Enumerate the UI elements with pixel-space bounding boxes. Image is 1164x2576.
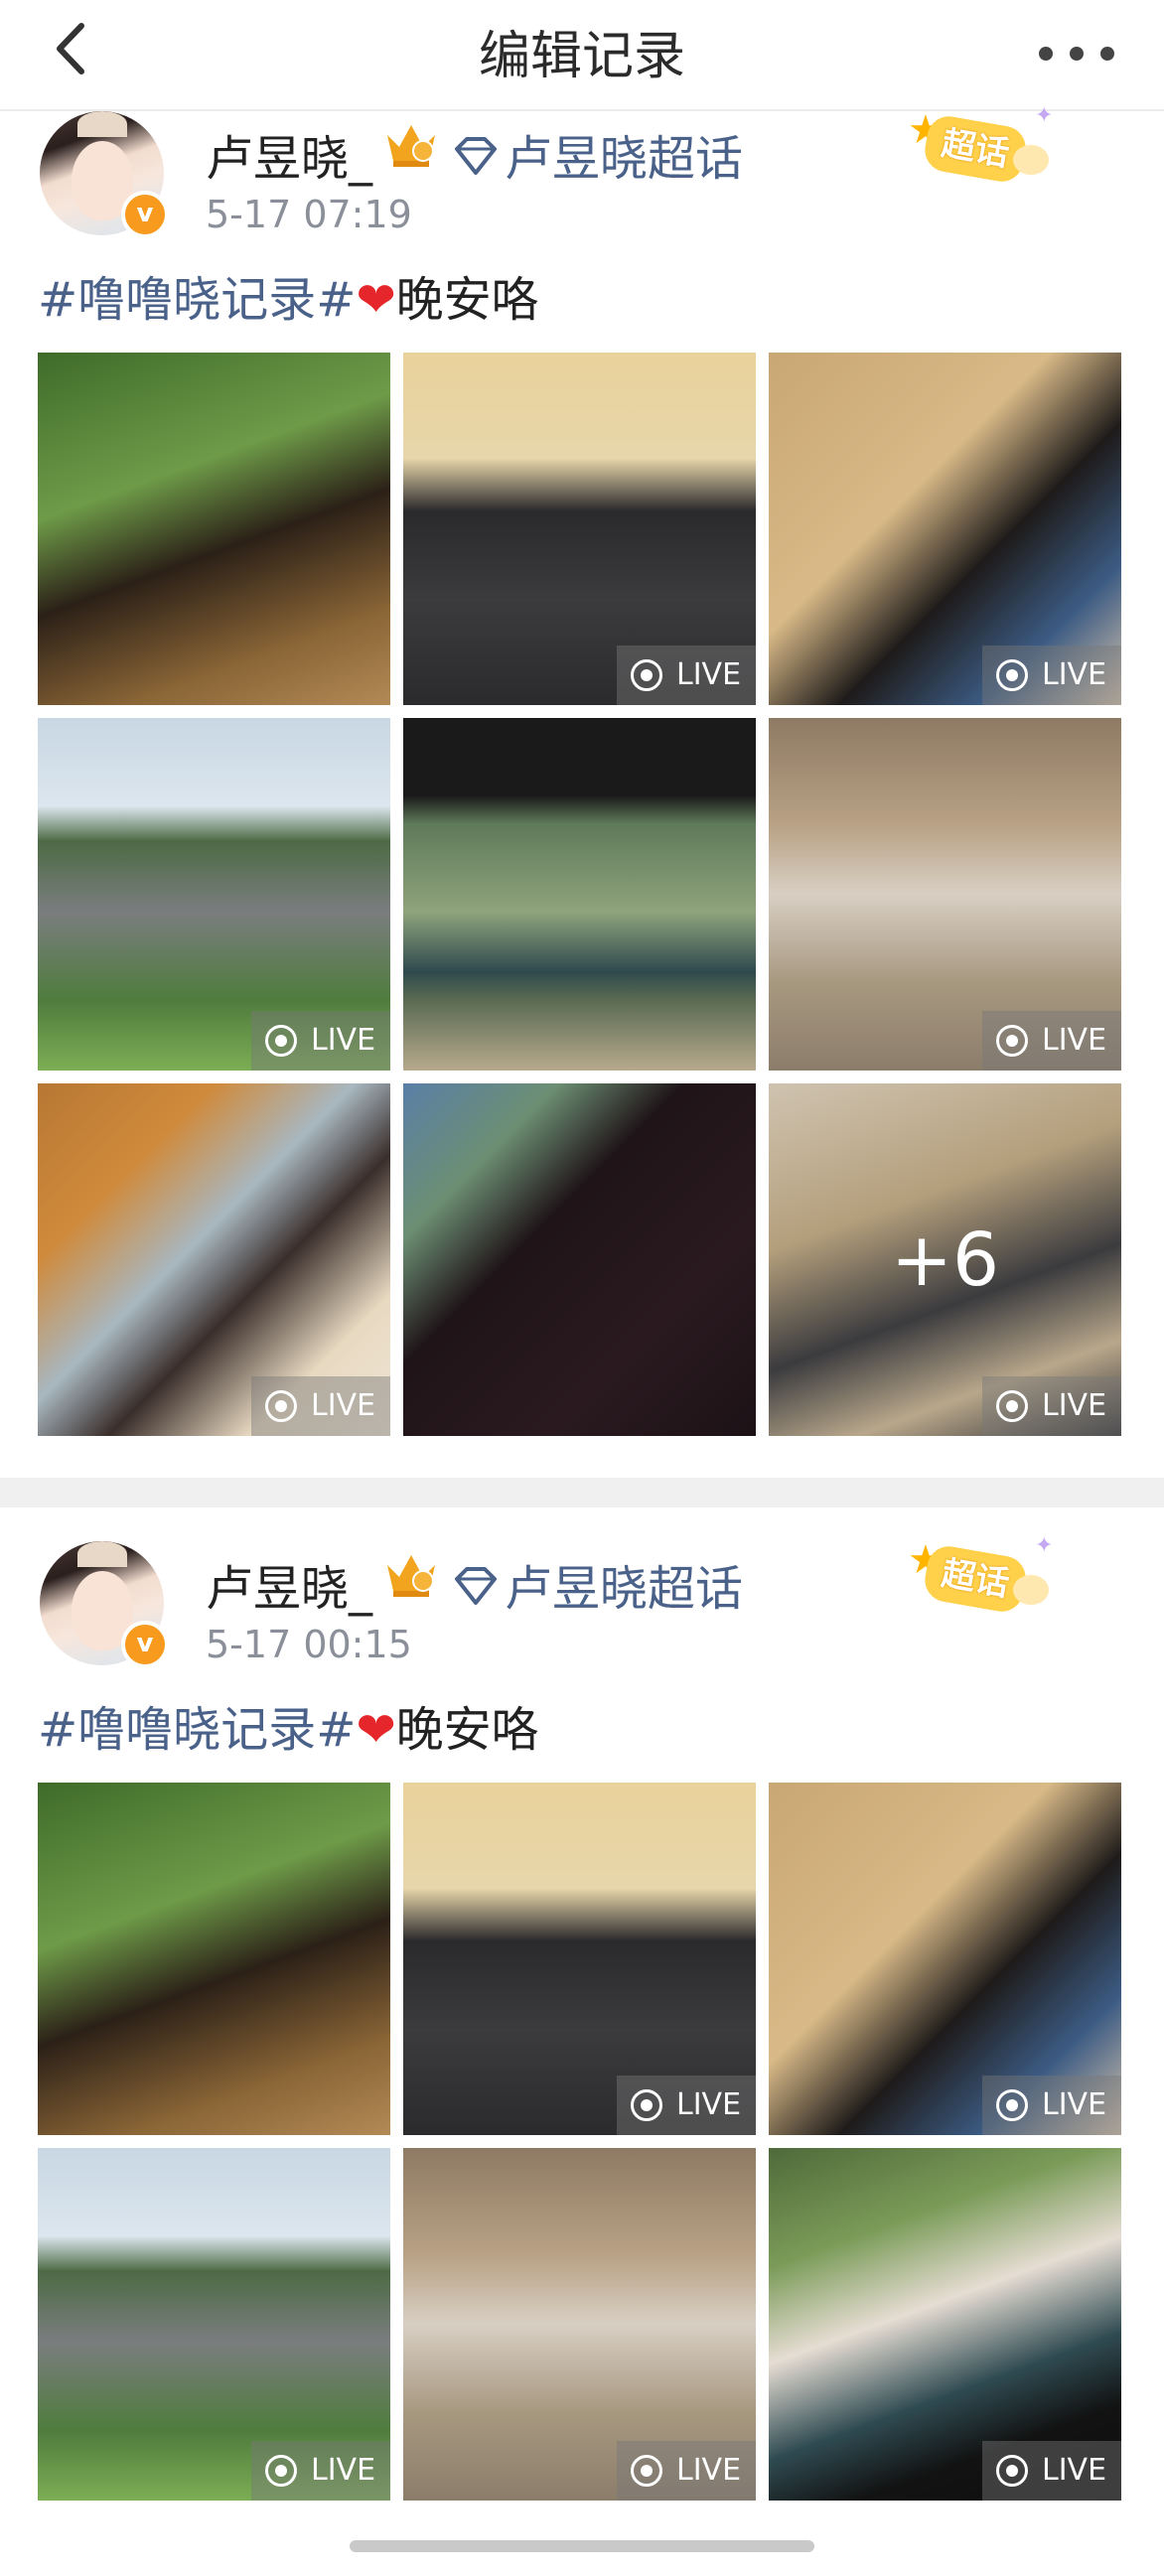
live-badge: LIVE bbox=[251, 1376, 390, 1436]
post-time: 5-17 00:15 bbox=[206, 1623, 412, 1666]
photo-thumbnail[interactable]: +6 LIVE bbox=[769, 1083, 1121, 1436]
username[interactable]: 卢昱晓_ bbox=[206, 119, 372, 189]
verified-badge-icon: v bbox=[121, 191, 169, 238]
live-badge: LIVE bbox=[617, 645, 756, 705]
diamond-icon bbox=[455, 137, 497, 175]
photo-thumbnail[interactable]: LIVE bbox=[769, 353, 1121, 705]
photo-thumbnail[interactable]: LIVE bbox=[403, 2148, 756, 2501]
username[interactable]: 卢昱晓_ bbox=[206, 1549, 372, 1619]
crown-icon bbox=[387, 1555, 435, 1597]
photo-thumbnail[interactable]: LIVE bbox=[403, 1783, 756, 2135]
live-badge: LIVE bbox=[251, 2441, 390, 2501]
photo-thumbnail[interactable] bbox=[403, 718, 756, 1071]
live-icon bbox=[631, 2455, 662, 2487]
live-badge: LIVE bbox=[982, 1011, 1121, 1071]
photo-thumbnail[interactable]: LIVE bbox=[769, 1783, 1121, 2135]
sparkle-icon: ✦ bbox=[1035, 103, 1054, 128]
more-dots-icon bbox=[1039, 47, 1053, 61]
more-photos-count: +6 bbox=[890, 1217, 1000, 1303]
live-icon bbox=[265, 1390, 297, 1422]
live-badge: LIVE bbox=[982, 645, 1121, 705]
post-time: 5-17 07:19 bbox=[206, 193, 412, 236]
crown-icon bbox=[387, 125, 435, 167]
supertopic-link[interactable]: 卢昱晓超话 bbox=[453, 1549, 743, 1619]
photo-thumbnail[interactable]: LIVE bbox=[38, 718, 390, 1071]
live-badge: LIVE bbox=[617, 2075, 756, 2135]
top-bar: 编辑记录 bbox=[0, 0, 1164, 111]
post-text: #噜噜晓记录#❤晚安咯 bbox=[38, 1702, 539, 1758]
photo-thumbnail[interactable]: LIVE bbox=[403, 353, 756, 705]
sparkle-icon: ✦ bbox=[1035, 1533, 1054, 1558]
diamond-icon bbox=[455, 1567, 497, 1605]
home-indicator[interactable] bbox=[350, 2540, 814, 2552]
live-icon bbox=[265, 2455, 297, 2487]
live-icon bbox=[996, 659, 1028, 691]
live-icon bbox=[996, 2455, 1028, 2487]
supertopic-link[interactable]: 卢昱晓超话 bbox=[453, 119, 743, 189]
photo-thumbnail[interactable] bbox=[403, 1083, 756, 1436]
live-badge: LIVE bbox=[617, 2441, 756, 2501]
photo-thumbnail[interactable]: LIVE bbox=[38, 2148, 390, 2501]
live-icon bbox=[996, 2089, 1028, 2121]
verified-badge-icon: v bbox=[121, 1621, 169, 1668]
live-icon bbox=[631, 2089, 662, 2121]
heart-emoji: ❤ bbox=[356, 272, 396, 328]
post-text: #噜噜晓记录#❤晚安咯 bbox=[38, 272, 539, 328]
live-badge: LIVE bbox=[251, 1011, 390, 1071]
chaohua-badge[interactable]: ★ 超话 ✦ bbox=[896, 103, 1055, 197]
post-divider bbox=[0, 1478, 1164, 1507]
live-icon bbox=[996, 1390, 1028, 1422]
photo-thumbnail[interactable] bbox=[38, 1783, 390, 2135]
photo-thumbnail[interactable]: LIVE bbox=[38, 1083, 390, 1436]
photo-thumbnail[interactable] bbox=[38, 353, 390, 705]
photo-thumbnail[interactable]: LIVE bbox=[769, 718, 1121, 1071]
live-badge: LIVE bbox=[982, 2075, 1121, 2135]
photo-thumbnail[interactable]: LIVE bbox=[769, 2148, 1121, 2501]
live-badge: LIVE bbox=[982, 1376, 1121, 1436]
page-title: 编辑记录 bbox=[478, 27, 685, 86]
more-button[interactable] bbox=[1027, 20, 1126, 79]
live-icon bbox=[631, 659, 662, 691]
live-icon bbox=[996, 1025, 1028, 1057]
live-badge: LIVE bbox=[982, 2441, 1121, 2501]
hashtag-link[interactable]: #噜噜晓记录# bbox=[38, 1702, 356, 1758]
hashtag-link[interactable]: #噜噜晓记录# bbox=[38, 272, 356, 328]
chaohua-badge[interactable]: ★ 超话 ✦ bbox=[896, 1533, 1055, 1627]
live-icon bbox=[265, 1025, 297, 1057]
heart-emoji: ❤ bbox=[356, 1702, 396, 1758]
